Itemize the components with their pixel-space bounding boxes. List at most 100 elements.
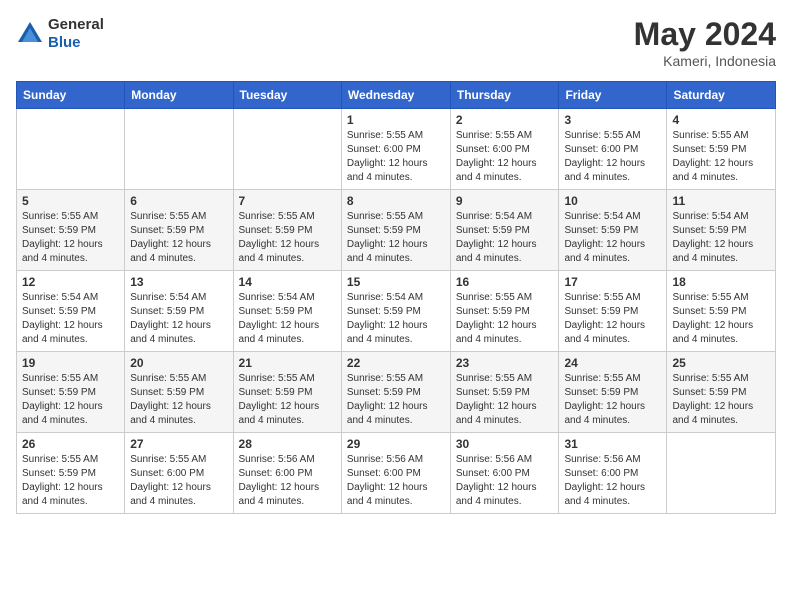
day-number: 22 [347, 356, 445, 370]
location: Kameri, Indonesia [634, 53, 776, 69]
day-number: 23 [456, 356, 554, 370]
calendar-cell [233, 109, 341, 190]
day-number: 5 [22, 194, 119, 208]
calendar-week-row: 12Sunrise: 5:54 AM Sunset: 5:59 PM Dayli… [17, 271, 776, 352]
calendar-cell: 8 Sunrise: 5:55 AM Sunset: 5:59 PM Daylig… [341, 190, 450, 271]
header-monday: Monday [125, 82, 233, 109]
calendar-cell: 31Sunrise: 5:56 AM Sunset: 6:00 PM Dayli… [559, 433, 667, 514]
day-info: Sunrise: 5:55 AM Sunset: 5:59 PM Dayligh… [564, 291, 661, 347]
day-number: 18 [672, 275, 770, 289]
calendar-cell: 13 Sunrise: 5:54 AM Sunset: 5:59 PM Dayli… [125, 271, 233, 352]
day-info: Sunrise: 5:55 AM Sunset: 5:59 PM Dayligh… [347, 372, 445, 428]
day-info: Sunrise: 5:54 AM Sunset: 5:59 PM Dayligh… [564, 210, 661, 266]
calendar-cell [667, 433, 776, 514]
calendar-cell [125, 109, 233, 190]
calendar-cell: 3 Sunrise: 5:55 AM Sunset: 6:00 PM Daylig… [559, 109, 667, 190]
calendar-cell: 17 Sunrise: 5:55 AM Sunset: 5:59 PM Dayli… [559, 271, 667, 352]
day-number: 8 [347, 194, 445, 208]
day-number: 14 [239, 275, 336, 289]
day-info: Sunrise: 5:55 AM Sunset: 5:59 PM Dayligh… [130, 210, 227, 266]
logo-icon [16, 20, 44, 48]
day-number: 13 [130, 275, 227, 289]
day-info: Sunrise: 5:55 AM Sunset: 5:59 PM Dayligh… [672, 129, 770, 185]
calendar-cell: 7 Sunrise: 5:55 AM Sunset: 5:59 PM Daylig… [233, 190, 341, 271]
day-info: Sunrise: 5:56 AM Sunset: 6:00 PM Dayligh… [347, 453, 445, 509]
calendar-cell: 16 Sunrise: 5:55 AM Sunset: 5:59 PM Dayli… [450, 271, 559, 352]
calendar-cell: 20Sunrise: 5:55 AM Sunset: 5:59 PM Dayli… [125, 352, 233, 433]
day-number: 1 [347, 113, 445, 127]
day-info: Sunrise: 5:55 AM Sunset: 5:59 PM Dayligh… [22, 453, 119, 509]
day-number: 11 [672, 194, 770, 208]
calendar-cell: 1Sunrise: 5:55 AM Sunset: 6:00 PM Daylig… [341, 109, 450, 190]
day-number: 15 [347, 275, 445, 289]
day-info: Sunrise: 5:54 AM Sunset: 5:59 PM Dayligh… [672, 210, 770, 266]
day-info: Sunrise: 5:55 AM Sunset: 5:59 PM Dayligh… [347, 210, 445, 266]
calendar-cell: 15 Sunrise: 5:54 AM Sunset: 5:59 PM Dayli… [341, 271, 450, 352]
calendar-cell: 22 Sunrise: 5:55 AM Sunset: 5:59 PM Dayli… [341, 352, 450, 433]
calendar-cell: 23Sunrise: 5:55 AM Sunset: 5:59 PM Dayli… [450, 352, 559, 433]
calendar-cell: 27 Sunrise: 5:55 AM Sunset: 6:00 PM Dayli… [125, 433, 233, 514]
header-saturday: Saturday [667, 82, 776, 109]
calendar-cell: 14Sunrise: 5:54 AM Sunset: 5:59 PM Dayli… [233, 271, 341, 352]
calendar-cell: 24Sunrise: 5:55 AM Sunset: 5:59 PM Dayli… [559, 352, 667, 433]
calendar-cell: 5 Sunrise: 5:55 AM Sunset: 5:59 PM Daylig… [17, 190, 125, 271]
calendar-cell: 12Sunrise: 5:54 AM Sunset: 5:59 PM Dayli… [17, 271, 125, 352]
calendar-cell: 10Sunrise: 5:54 AM Sunset: 5:59 PM Dayli… [559, 190, 667, 271]
day-info: Sunrise: 5:54 AM Sunset: 5:59 PM Dayligh… [347, 291, 445, 347]
header-tuesday: Tuesday [233, 82, 341, 109]
calendar-week-row: 26Sunrise: 5:55 AM Sunset: 5:59 PM Dayli… [17, 433, 776, 514]
day-info: Sunrise: 5:55 AM Sunset: 5:59 PM Dayligh… [22, 210, 119, 266]
calendar-cell: 11 Sunrise: 5:54 AM Sunset: 5:59 PM Dayli… [667, 190, 776, 271]
day-info: Sunrise: 5:54 AM Sunset: 5:59 PM Dayligh… [130, 291, 227, 347]
header-thursday: Thursday [450, 82, 559, 109]
title-block: May 2024 Kameri, Indonesia [634, 16, 776, 69]
calendar-week-row: 1 Sunrise: 5:55 AM Sunset: 6:00 PM Daylig… [17, 109, 776, 190]
logo-text: General Blue [48, 16, 104, 52]
calendar-week-row: 5 Sunrise: 5:55 AM Sunset: 5:59 PM Daylig… [17, 190, 776, 271]
day-number: 2 [456, 113, 554, 127]
logo-general: General [48, 16, 104, 34]
calendar: Sunday Monday Tuesday Wednesday Thursday… [16, 81, 776, 514]
day-number: 6 [130, 194, 227, 208]
calendar-cell: 19Sunrise: 5:55 AM Sunset: 5:59 PM Dayli… [17, 352, 125, 433]
calendar-cell: 26Sunrise: 5:55 AM Sunset: 5:59 PM Dayli… [17, 433, 125, 514]
header-wednesday: Wednesday [341, 82, 450, 109]
day-number: 20 [130, 356, 227, 370]
day-number: 27 [130, 437, 227, 451]
day-info: Sunrise: 5:55 AM Sunset: 5:59 PM Dayligh… [456, 291, 554, 347]
month-year: May 2024 [634, 16, 776, 53]
day-info: Sunrise: 5:55 AM Sunset: 6:00 PM Dayligh… [564, 129, 661, 185]
day-info: Sunrise: 5:55 AM Sunset: 5:59 PM Dayligh… [239, 210, 336, 266]
logo-blue: Blue [48, 34, 104, 52]
day-number: 17 [564, 275, 661, 289]
calendar-cell: 30 Sunrise: 5:56 AM Sunset: 6:00 PM Dayli… [450, 433, 559, 514]
day-number: 31 [564, 437, 661, 451]
day-info: Sunrise: 5:54 AM Sunset: 5:59 PM Dayligh… [22, 291, 119, 347]
calendar-cell: 9Sunrise: 5:54 AM Sunset: 5:59 PM Daylig… [450, 190, 559, 271]
day-number: 30 [456, 437, 554, 451]
calendar-cell: 21 Sunrise: 5:55 AM Sunset: 5:59 PM Dayli… [233, 352, 341, 433]
calendar-cell: 4Sunrise: 5:55 AM Sunset: 5:59 PM Daylig… [667, 109, 776, 190]
day-info: Sunrise: 5:55 AM Sunset: 6:00 PM Dayligh… [130, 453, 227, 509]
day-number: 25 [672, 356, 770, 370]
calendar-cell: 25 Sunrise: 5:55 AM Sunset: 5:59 PM Dayli… [667, 352, 776, 433]
day-number: 9 [456, 194, 554, 208]
header-sunday: Sunday [17, 82, 125, 109]
day-number: 3 [564, 113, 661, 127]
calendar-cell [17, 109, 125, 190]
calendar-cell: 18 Sunrise: 5:55 AM Sunset: 5:59 PM Dayli… [667, 271, 776, 352]
day-info: Sunrise: 5:55 AM Sunset: 5:59 PM Dayligh… [672, 291, 770, 347]
day-info: Sunrise: 5:56 AM Sunset: 6:00 PM Dayligh… [456, 453, 554, 509]
day-info: Sunrise: 5:55 AM Sunset: 5:59 PM Dayligh… [672, 372, 770, 428]
logo: General Blue [16, 16, 104, 52]
calendar-header-row: Sunday Monday Tuesday Wednesday Thursday… [17, 82, 776, 109]
day-number: 16 [456, 275, 554, 289]
day-number: 7 [239, 194, 336, 208]
day-info: Sunrise: 5:55 AM Sunset: 5:59 PM Dayligh… [239, 372, 336, 428]
day-number: 29 [347, 437, 445, 451]
day-number: 21 [239, 356, 336, 370]
calendar-cell: 29 Sunrise: 5:56 AM Sunset: 6:00 PM Dayli… [341, 433, 450, 514]
calendar-cell: 2Sunrise: 5:55 AM Sunset: 6:00 PM Daylig… [450, 109, 559, 190]
calendar-week-row: 19Sunrise: 5:55 AM Sunset: 5:59 PM Dayli… [17, 352, 776, 433]
calendar-cell: 6 Sunrise: 5:55 AM Sunset: 5:59 PM Daylig… [125, 190, 233, 271]
